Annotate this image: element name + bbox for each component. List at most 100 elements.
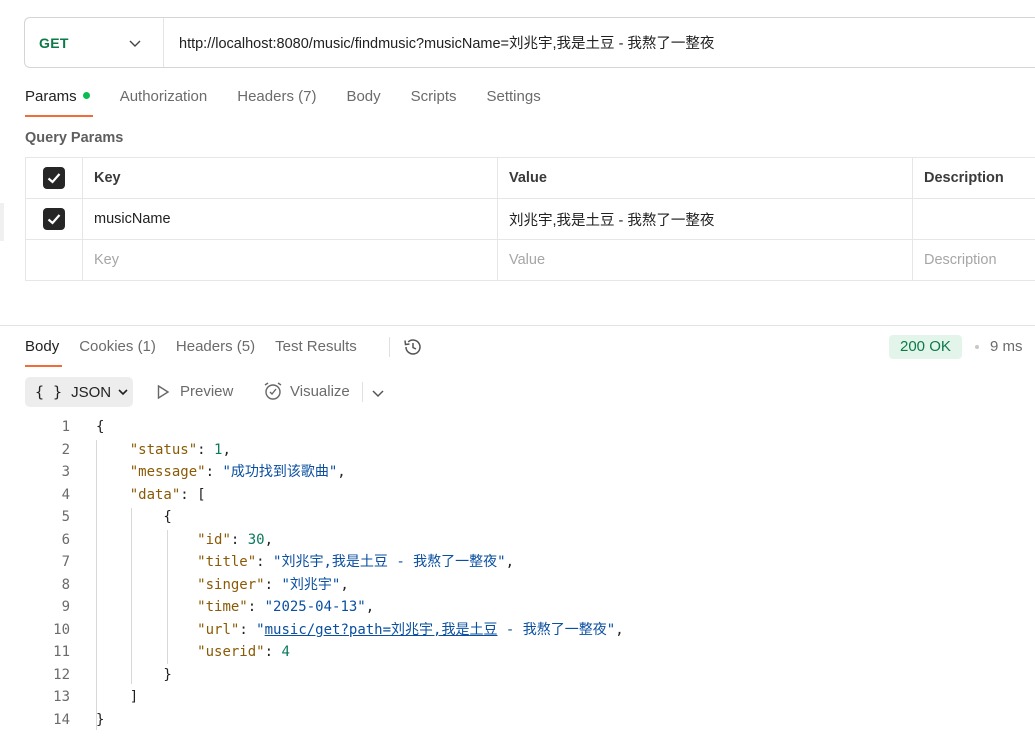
preview-label: Preview (180, 383, 234, 400)
json-key: "title" (197, 554, 257, 570)
line-number: 8 (61, 576, 70, 593)
code-text: } (96, 711, 105, 728)
query-params-title: Query Params (25, 130, 124, 146)
code-line: 3 "message": "成功找到该歌曲", (0, 461, 1035, 483)
line-number: 3 (61, 464, 70, 480)
code-text: } (96, 666, 172, 683)
tab-test-results[interactable]: Test Results (275, 336, 357, 368)
query-params-table: Key Value Description musicName 刘兆宇,我是土豆… (25, 157, 1035, 281)
code-text: "userid": 4 (197, 644, 290, 660)
tab-settings-label: Settings (486, 88, 541, 105)
code-text: ] (96, 689, 139, 705)
code-line: 10 "url": "music/get?path=刘兆宇,我是土豆 - 我熬了… (0, 619, 1035, 641)
visualize-label: Visualize (290, 382, 350, 400)
json-key: "status" (129, 441, 198, 458)
tab-headers[interactable]: Headers (7) (237, 86, 316, 118)
history-icon[interactable] (402, 336, 424, 358)
json-key: "time" (197, 599, 248, 615)
code-text: "url": "music/get?path=刘兆宇,我是土豆 - 我熬了一整夜… (197, 621, 624, 638)
line-number: 6 (61, 531, 70, 548)
row-enabled-checkbox[interactable] (43, 208, 65, 230)
json-key: "url" (197, 621, 240, 638)
response-time[interactable]: 9 ms (990, 338, 1023, 355)
param-value-cell[interactable]: 刘兆宇,我是土豆 - 我熬了一整夜 (497, 198, 913, 240)
tab-cookies[interactable]: Cookies (1) (79, 336, 156, 368)
tab-response-body-label: Body (25, 338, 60, 355)
line-number: 9 (61, 599, 70, 615)
pane-divider[interactable] (0, 325, 1035, 326)
chevron-down-icon (129, 40, 141, 47)
code-text: "message": "成功找到该歌曲", (129, 464, 346, 480)
request-tabs: Params Authorization Headers (7) Body Sc… (25, 86, 571, 118)
tab-body[interactable]: Body (346, 86, 380, 118)
json-key: "userid" (197, 644, 265, 660)
row-indicator (0, 203, 4, 241)
line-number: 5 (61, 509, 70, 525)
code-line: 1{ (0, 416, 1035, 438)
format-dropdown[interactable]: { } JSON (25, 377, 133, 407)
request-url-bar: GET http://localhost:8080/music/findmusi… (24, 17, 1035, 68)
json-key: "singer" (197, 576, 265, 593)
column-header-description: Description (912, 157, 1035, 199)
tab-headers-label: Headers (7) (237, 88, 317, 105)
tab-params-label: Params (25, 88, 77, 105)
json-number: 30 (247, 531, 265, 548)
status-badge[interactable]: 200 OK (889, 335, 962, 359)
json-number: 1 (214, 441, 223, 458)
json-key: "data" (129, 486, 181, 503)
tab-settings[interactable]: Settings (487, 86, 541, 118)
json-key: "message" (129, 464, 206, 480)
new-key-input[interactable]: Key (82, 239, 498, 281)
select-all-cell (25, 157, 83, 199)
empty-checkbox-cell (25, 239, 83, 281)
visualize-button[interactable]: Visualize (262, 380, 350, 402)
tab-test-results-label: Test Results (275, 338, 357, 355)
code-text: { (96, 419, 105, 435)
code-text: "id": 30, (197, 531, 274, 548)
table-row-new: Key Value Description (25, 239, 1035, 281)
json-string: "刘兆宇" (281, 576, 341, 593)
line-number: 11 (53, 644, 70, 660)
tab-cookies-label: Cookies (1) (79, 338, 156, 355)
code-text: "data": [ (129, 486, 206, 503)
preview-button[interactable]: Preview (155, 383, 233, 400)
tab-params[interactable]: Params (25, 86, 93, 118)
tab-scripts-label: Scripts (410, 88, 457, 105)
code-text: "status": 1, (129, 441, 231, 458)
play-icon (157, 384, 170, 399)
tab-scripts[interactable]: Scripts (411, 86, 457, 118)
table-header-row: Key Value Description (25, 157, 1035, 199)
line-number: 4 (61, 486, 70, 503)
code-line: 11 "userid": 4 (0, 641, 1035, 663)
code-text: "title": "刘兆宇,我是土豆 - 我熬了一整夜", (197, 554, 515, 570)
tab-response-body[interactable]: Body (25, 336, 63, 368)
new-description-input[interactable]: Description (912, 239, 1035, 281)
tab-authorization[interactable]: Authorization (120, 86, 208, 118)
code-text: "time": "2025-04-13", (197, 599, 375, 615)
code-line: 14} (0, 709, 1035, 731)
json-string: "成功找到该歌曲" (222, 464, 338, 480)
chevron-down-icon (118, 389, 128, 396)
code-line: 12 } (0, 664, 1035, 686)
tab-response-headers-label: Headers (5) (175, 338, 256, 355)
json-string-quote: " (256, 621, 265, 638)
param-key-cell[interactable]: musicName (82, 198, 498, 240)
tab-authorization-label: Authorization (119, 88, 208, 105)
code-text: { (96, 509, 172, 525)
json-string: "2025-04-13" (264, 599, 366, 615)
param-description-cell[interactable] (912, 198, 1035, 240)
url-input[interactable]: http://localhost:8080/music/findmusic?mu… (164, 32, 714, 53)
new-value-input[interactable]: Value (497, 239, 913, 281)
line-number: 1 (61, 419, 70, 435)
method-select[interactable]: GET (25, 18, 164, 67)
json-key: "id" (197, 531, 231, 548)
code-line: 9 "time": "2025-04-13", (0, 596, 1035, 618)
select-all-checkbox[interactable] (43, 167, 65, 189)
url-link[interactable]: music/get?path=刘兆宇,我是土豆 (265, 622, 498, 638)
line-number: 10 (53, 621, 70, 638)
column-header-value: Value (497, 157, 913, 199)
checkmark-icon (47, 173, 61, 184)
params-active-dot (82, 91, 90, 99)
chevron-down-icon[interactable] (371, 386, 385, 400)
tab-response-headers[interactable]: Headers (5) (176, 336, 255, 368)
